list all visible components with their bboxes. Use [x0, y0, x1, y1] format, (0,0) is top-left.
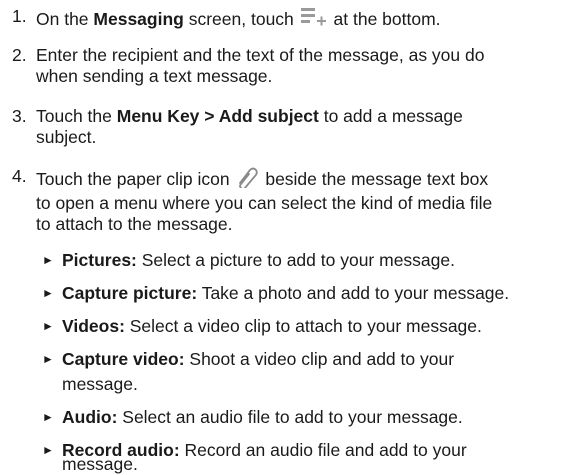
option-label: Pictures:	[62, 250, 137, 270]
step-text: screen, touch	[183, 9, 299, 29]
bullet-arrow: ►	[42, 253, 54, 267]
step-number: 1.	[12, 6, 27, 26]
option-text: message.	[62, 374, 138, 394]
step-text: subject.	[36, 127, 97, 147]
option-text: message.	[62, 454, 138, 474]
step-number: 2.	[12, 45, 27, 65]
bullet-arrow: ►	[42, 319, 54, 333]
bullet-arrow: ►	[42, 286, 54, 300]
option-text: Select an audio file to add to your mess…	[117, 407, 463, 427]
bullet-arrow: ►	[42, 352, 54, 366]
step-number: 3.	[12, 106, 27, 126]
step-text: beside the message text box	[260, 169, 489, 189]
step-text: On the	[36, 9, 94, 29]
new-message-icon	[299, 6, 329, 33]
step-text: to open a menu where you can select the …	[36, 193, 493, 213]
step-text: at the bottom.	[328, 9, 441, 29]
screen-name: Messaging	[93, 9, 184, 29]
paperclip-icon	[234, 166, 260, 193]
option-text: Select a picture to add to your message.	[136, 250, 455, 270]
option-text: Take a photo and add to your message.	[197, 283, 510, 303]
step-text: to attach to the message.	[36, 214, 233, 234]
list-item-continuation: message.	[42, 454, 574, 475]
step-text: Touch the	[36, 106, 117, 126]
menu-path: Menu Key > Add subject	[116, 106, 319, 126]
option-label: Videos:	[62, 316, 125, 336]
option-text: Select a video clip to attach to your me…	[124, 316, 482, 336]
option-label: Capture video:	[62, 349, 185, 369]
option-label: Audio:	[62, 407, 118, 427]
option-text: Shoot a video clip and add to your	[184, 349, 455, 369]
step-text: Enter the recipient and the text of the …	[36, 45, 485, 65]
step-number: 4.	[12, 166, 27, 186]
step-text: when sending a text message.	[36, 66, 273, 86]
bullet-arrow: ►	[42, 410, 54, 424]
step-text: Touch the paper clip icon	[36, 169, 235, 189]
step-text: to add a message	[318, 106, 463, 126]
option-label: Capture picture:	[62, 283, 198, 303]
